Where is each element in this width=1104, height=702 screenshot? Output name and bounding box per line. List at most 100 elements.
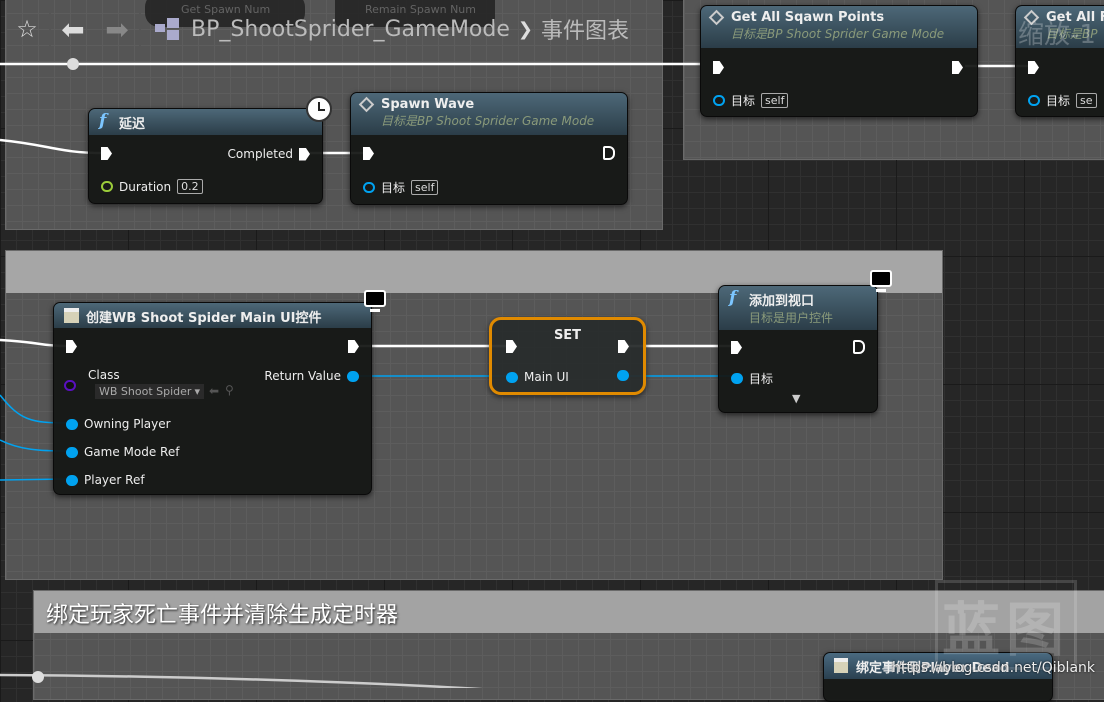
client-only-monitor-icon — [360, 290, 386, 314]
function-icon: f — [99, 111, 107, 131]
return-value-pin[interactable]: Return Value — [264, 369, 359, 383]
node-title: 创建WB Shoot Spider Main UI控件 — [86, 311, 322, 326]
reroute-node — [32, 671, 44, 683]
node-create-widget[interactable]: 创建WB Shoot Spider Main UI控件 Class WB Sho… — [53, 302, 372, 495]
object-pin-icon — [66, 446, 78, 458]
arrow-right-icon[interactable]: ➡ — [95, 13, 139, 46]
exec-wire — [0, 673, 482, 688]
class-pin[interactable] — [64, 380, 76, 391]
exec-out-pin[interactable] — [853, 340, 865, 354]
arrow-left-icon[interactable]: ⬅ — [51, 13, 95, 46]
target-value: se — [1076, 93, 1097, 108]
exec-pin-icon — [348, 340, 359, 353]
zoom-level-label: 缩放-1 — [1018, 20, 1096, 50]
exec-pin-icon — [713, 61, 724, 74]
clock-icon — [306, 96, 332, 122]
player-ref-pin[interactable]: Player Ref — [66, 473, 145, 487]
float-pin-icon — [101, 181, 113, 192]
target-value: self — [761, 93, 789, 108]
browse-search-icon[interactable]: ⚲ — [225, 383, 234, 397]
duration-input[interactable]: 0.2 — [177, 179, 203, 194]
target-pin[interactable]: 目标 se — [1028, 92, 1097, 109]
toolbar: ☆ ⬅ ➡ Get Spawn Num Remain Spawn Num BP_… — [5, 0, 665, 53]
pin-label: Completed — [227, 147, 293, 161]
object-pin-icon — [66, 474, 78, 486]
pin-label: Player Ref — [84, 473, 145, 487]
exec-wire — [0, 138, 103, 155]
object-pin-icon — [713, 95, 725, 106]
use-selected-arrow-icon[interactable]: ⬅ — [209, 384, 219, 398]
main-ui-out-pin[interactable] — [617, 370, 629, 381]
widget-icon — [64, 308, 79, 323]
object-pin-icon — [66, 418, 78, 430]
divider — [139, 9, 141, 49]
node-title: 添加到视口 — [749, 294, 815, 309]
class-dropdown[interactable]: WB Shoot Spider ▾ — [95, 384, 204, 399]
exec-in-pin[interactable] — [363, 147, 374, 160]
chevron-down-icon: ▾ — [194, 385, 200, 398]
pin-label: 目标 — [749, 372, 774, 386]
class-value: WB Shoot Spider — [99, 385, 192, 398]
graph-name[interactable]: 事件图表 — [541, 13, 629, 45]
chevron-right-icon: ❯ — [517, 18, 533, 40]
object-pin-icon — [617, 370, 629, 381]
node-spawn-wave[interactable]: Spawn Wave 目标是BP Shoot Sprider Game Mode … — [350, 92, 628, 205]
class-pin-icon — [64, 380, 76, 391]
blueprint-name[interactable]: BP_ShootSprider_GameMode — [191, 17, 510, 42]
exec-out-pin[interactable] — [603, 146, 615, 160]
exec-pin-icon — [363, 147, 374, 160]
pin-label: 目标 — [731, 94, 756, 108]
object-pin-icon — [506, 371, 518, 383]
exec-pin-icon — [1028, 61, 1039, 74]
exec-in-pin[interactable] — [101, 147, 112, 160]
exec-in-pin[interactable] — [506, 340, 517, 353]
exec-out-pin[interactable] — [618, 340, 629, 353]
object-pin-icon — [1028, 95, 1040, 106]
exec-pin-icon — [603, 146, 615, 160]
node-get-all-spawn-points[interactable]: Get All Sqawn Points 目标是BP Shoot Sprider … — [700, 5, 978, 117]
pin-label: Main UI — [524, 370, 569, 384]
exec-in-pin[interactable] — [1028, 61, 1039, 74]
watermark-url: https://blog.csdn.net/Qiblank — [892, 660, 1095, 676]
exec-pin-icon — [66, 340, 77, 353]
reroute-node — [67, 58, 79, 70]
exec-in-pin[interactable] — [713, 61, 724, 74]
diamond-icon — [708, 9, 725, 26]
owning-player-pin[interactable]: Owning Player — [66, 417, 171, 431]
target-pin[interactable]: 目标 self — [713, 92, 789, 109]
watermark-logo-text: 蓝图 — [942, 596, 1071, 664]
exec-pin-icon — [506, 340, 517, 353]
node-delay[interactable]: f 延迟 Completed Duration 0.2 — [88, 108, 323, 204]
exec-in-pin[interactable] — [731, 341, 742, 354]
main-ui-in-pin[interactable]: Main UI — [506, 370, 569, 384]
object-pin-icon — [731, 373, 743, 384]
completed-pin[interactable]: Completed — [228, 147, 310, 161]
pin-label: Class — [88, 368, 120, 382]
node-add-to-viewport[interactable]: f 添加到视口 目标是用户控件 目标 ▼ — [718, 285, 878, 413]
exec-out-pin[interactable] — [348, 340, 359, 353]
client-only-monitor-icon — [866, 270, 892, 294]
pin-label: Owning Player — [84, 417, 171, 431]
exec-out-pin[interactable] — [952, 61, 963, 74]
target-value: self — [411, 180, 439, 195]
node-set-main-ui[interactable]: SET Main UI — [489, 317, 646, 395]
blueprint-icon — [155, 18, 183, 40]
star-icon[interactable]: ☆ — [5, 15, 49, 43]
game-mode-ref-pin[interactable]: Game Mode Ref — [66, 445, 179, 459]
breadcrumb: Get Spawn Num Remain Spawn Num BP_ShootS… — [145, 0, 629, 45]
exec-in-pin[interactable] — [66, 340, 77, 353]
pin-label: 目标 — [1046, 94, 1071, 108]
watermark-logo: 蓝图 — [935, 580, 1078, 670]
duration-pin[interactable]: Duration 0.2 — [101, 179, 203, 194]
expand-arrow-icon[interactable]: ▼ — [792, 392, 800, 405]
exec-pin-icon — [101, 147, 112, 160]
node-subtitle: 目标是BP Shoot Sprider Game Mode — [381, 114, 595, 128]
diamond-icon — [358, 96, 375, 113]
exec-pin-icon — [952, 61, 963, 74]
target-pin[interactable]: 目标 — [731, 370, 773, 387]
ghost-node-label: Remain Spawn Num — [365, 3, 476, 16]
pin-label: Return Value — [264, 369, 341, 383]
target-pin[interactable]: 目标 self — [363, 179, 439, 196]
widget-icon — [834, 658, 848, 673]
node-title: 延迟 — [119, 117, 146, 132]
